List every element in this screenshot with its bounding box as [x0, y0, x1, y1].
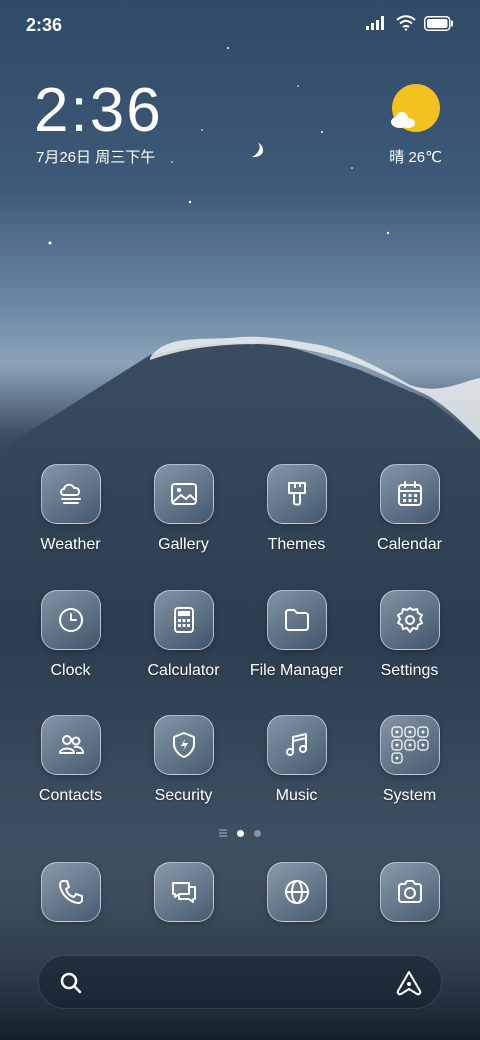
page-dot-active[interactable]: [237, 829, 244, 837]
browser-icon: [284, 880, 309, 904]
page-indicator[interactable]: [0, 829, 480, 837]
app-icon-box: [40, 862, 101, 922]
app-label: System: [382, 787, 437, 804]
app-icon-box: [266, 715, 327, 775]
app-label: Gallery: [158, 536, 209, 553]
clock-widget-time[interactable]: 2:36: [34, 78, 163, 144]
folder-icon: [284, 609, 309, 631]
search-icon: [60, 972, 82, 994]
dock-phone[interactable]: [14, 862, 127, 922]
phone-icon: [58, 880, 83, 904]
dock-browser[interactable]: [240, 862, 353, 922]
signal-icon: [366, 16, 384, 30]
clock-widget-date: 7月26日 周三下午: [36, 149, 156, 166]
app-label: Calendar: [377, 536, 442, 553]
assistant-button[interactable]: [395, 969, 423, 1002]
app-label: Contacts: [38, 787, 103, 804]
app-label: Clock: [50, 662, 91, 679]
page-dot[interactable]: [254, 829, 261, 837]
app-label: Calculator: [147, 662, 220, 679]
weather-widget[interactable]: [384, 84, 444, 136]
app-icon-box: [153, 590, 214, 650]
sunny-cloud-icon: [388, 84, 440, 136]
status-bar: 2:36: [0, 0, 480, 50]
search-bar[interactable]: [38, 955, 442, 1009]
image-icon: [170, 483, 197, 505]
weather-widget-text: 晴 26℃: [389, 149, 442, 166]
app-icon-box: [153, 464, 214, 524]
app-contacts[interactable]: Contacts: [14, 715, 127, 805]
app-calculator[interactable]: Calculator: [127, 590, 240, 680]
app-icon-box: [266, 862, 327, 922]
search-button[interactable]: [59, 971, 83, 1000]
status-icons: [366, 15, 454, 31]
paintbrush-icon: [287, 482, 306, 506]
calculator-icon: [173, 607, 194, 633]
battery-icon: [424, 15, 453, 31]
app-label: File Manager: [249, 662, 344, 679]
app-settings[interactable]: Settings: [353, 590, 466, 680]
app-icon-box: [40, 715, 101, 775]
menu-lines-icon: [219, 829, 227, 837]
app-themes[interactable]: Themes: [240, 464, 353, 554]
folder-preview-grid: [390, 726, 429, 764]
camera-icon: [397, 880, 422, 903]
app-security[interactable]: Security: [127, 715, 240, 805]
app-icon-box: [153, 862, 214, 922]
app-icon-box: [379, 590, 440, 650]
clock-icon: [58, 608, 83, 632]
contacts-icon: [58, 735, 84, 754]
messages-icon: [171, 882, 196, 903]
music-note-icon: [285, 733, 307, 756]
app-file-manager[interactable]: File Manager: [240, 590, 353, 680]
calendar-icon: [397, 481, 422, 506]
app-icon-box: [40, 464, 101, 524]
folder-grid-icon: [379, 715, 440, 775]
app-calendar[interactable]: Calendar: [353, 464, 466, 554]
shield-icon: [172, 732, 195, 758]
assistant-icon: [396, 971, 422, 996]
app-icon-box: [153, 715, 214, 775]
app-icon-box: [40, 590, 101, 650]
app-icon-box: [266, 464, 327, 524]
app-label: Music: [275, 787, 318, 804]
gear-icon: [396, 607, 423, 633]
app-label: Settings: [380, 662, 439, 679]
app-label: Weather: [40, 536, 101, 553]
app-icon-box: [379, 464, 440, 524]
dock-camera[interactable]: [353, 862, 466, 922]
app-clock[interactable]: Clock: [14, 590, 127, 680]
app-gallery[interactable]: Gallery: [127, 464, 240, 554]
status-time: 2:36: [26, 15, 63, 35]
app-system-folder[interactable]: System: [353, 715, 466, 805]
wifi-icon: [396, 15, 416, 31]
app-weather[interactable]: Weather: [14, 464, 127, 554]
app-music[interactable]: Music: [240, 715, 353, 805]
app-icon-box: [379, 862, 440, 922]
app-label: Themes: [267, 536, 326, 553]
dock-messages[interactable]: [127, 862, 240, 922]
app-icon-box: [266, 590, 327, 650]
app-label: Security: [154, 787, 213, 804]
cloud-fog-icon: [59, 483, 81, 504]
